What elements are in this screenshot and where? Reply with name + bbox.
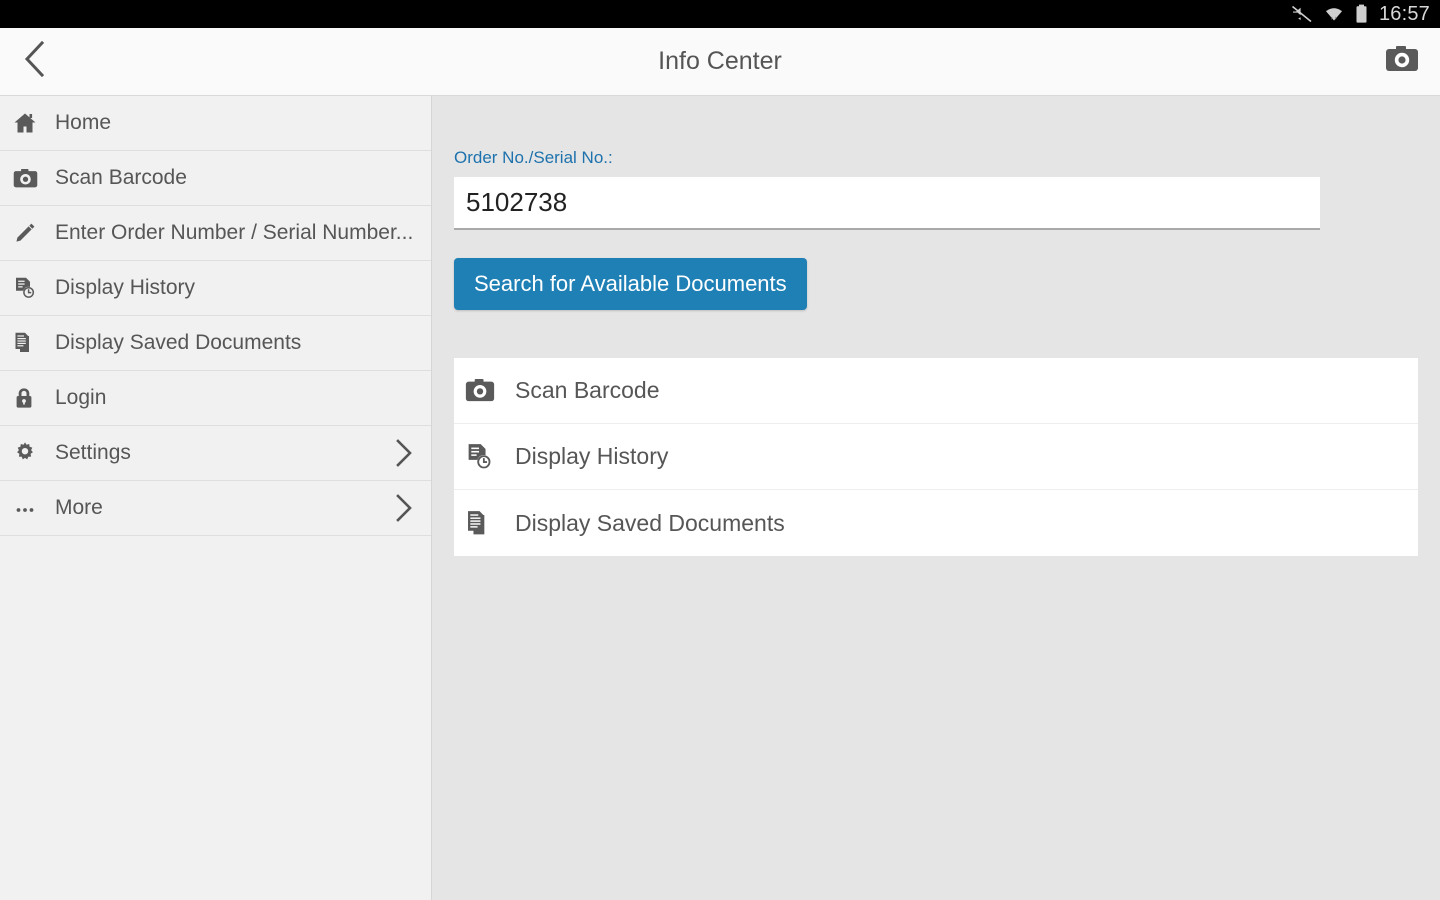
sidebar-item-label: Display Saved Documents bbox=[55, 331, 302, 354]
action-scan-barcode[interactable]: Scan Barcode bbox=[454, 358, 1418, 424]
documents-stack-icon bbox=[465, 509, 511, 538]
action-label: Display Saved Documents bbox=[515, 509, 785, 536]
quick-actions-card: Scan Barcode Display History Display Sav… bbox=[454, 358, 1418, 556]
chevron-right-icon bbox=[393, 492, 415, 524]
action-label: Scan Barcode bbox=[515, 377, 660, 403]
main-content: Order No./Serial No.: Search for Availab… bbox=[432, 96, 1440, 900]
documents-stack-icon bbox=[13, 331, 51, 355]
camera-icon bbox=[13, 168, 51, 189]
battery-icon bbox=[1355, 4, 1368, 24]
sidebar-item-label: Home bbox=[55, 111, 112, 134]
sidebar-item-label: Enter Order Number / Serial Number... bbox=[55, 221, 414, 244]
sidebar-item-label: More bbox=[55, 496, 103, 519]
order-number-input[interactable] bbox=[454, 177, 1320, 230]
document-clock-icon bbox=[13, 276, 51, 300]
app-header: Info Center bbox=[0, 28, 1440, 96]
sidebar-item-label: Settings bbox=[55, 441, 131, 464]
action-display-history[interactable]: Display History bbox=[454, 424, 1418, 490]
sidebar-item-enter-order-number[interactable]: Enter Order Number / Serial Number... bbox=[0, 206, 431, 261]
gear-icon bbox=[13, 441, 51, 465]
sidebar-item-display-history[interactable]: Display History bbox=[0, 261, 431, 316]
status-bar: 16:57 bbox=[0, 0, 1440, 28]
sidebar-item-more[interactable]: More bbox=[0, 481, 431, 536]
body-container: Home Scan Barcode Enter Order Number / S… bbox=[0, 96, 1440, 900]
wifi-icon bbox=[1324, 5, 1344, 23]
ellipsis-icon bbox=[13, 496, 51, 520]
sidebar-item-label: Login bbox=[55, 386, 107, 409]
action-display-saved-documents[interactable]: Display Saved Documents bbox=[454, 490, 1418, 556]
order-number-label: Order No./Serial No.: bbox=[454, 148, 613, 167]
camera-icon bbox=[1385, 45, 1419, 78]
page-title: Info Center bbox=[658, 47, 782, 75]
sidebar-item-login[interactable]: Login bbox=[0, 371, 431, 426]
sidebar-item-scan-barcode[interactable]: Scan Barcode bbox=[0, 151, 431, 206]
lock-icon bbox=[13, 386, 51, 410]
back-button[interactable] bbox=[0, 28, 70, 96]
camera-icon bbox=[465, 378, 511, 403]
sidebar: Home Scan Barcode Enter Order Number / S… bbox=[0, 96, 432, 900]
pencil-icon bbox=[13, 221, 51, 245]
sidebar-item-settings[interactable]: Settings bbox=[0, 426, 431, 481]
mute-icon bbox=[1291, 5, 1313, 23]
document-clock-icon bbox=[465, 442, 511, 471]
status-clock: 16:57 bbox=[1378, 2, 1430, 25]
header-camera-button[interactable] bbox=[1378, 38, 1426, 86]
chevron-right-icon bbox=[393, 437, 415, 469]
sidebar-item-home[interactable]: Home bbox=[0, 96, 431, 151]
sidebar-item-display-saved-documents[interactable]: Display Saved Documents bbox=[0, 316, 431, 371]
search-documents-button[interactable]: Search for Available Documents bbox=[454, 258, 807, 310]
chevron-left-icon bbox=[22, 39, 48, 84]
home-icon bbox=[13, 111, 51, 135]
sidebar-item-label: Display History bbox=[55, 276, 196, 299]
sidebar-item-label: Scan Barcode bbox=[55, 166, 187, 189]
action-label: Display History bbox=[515, 443, 669, 469]
